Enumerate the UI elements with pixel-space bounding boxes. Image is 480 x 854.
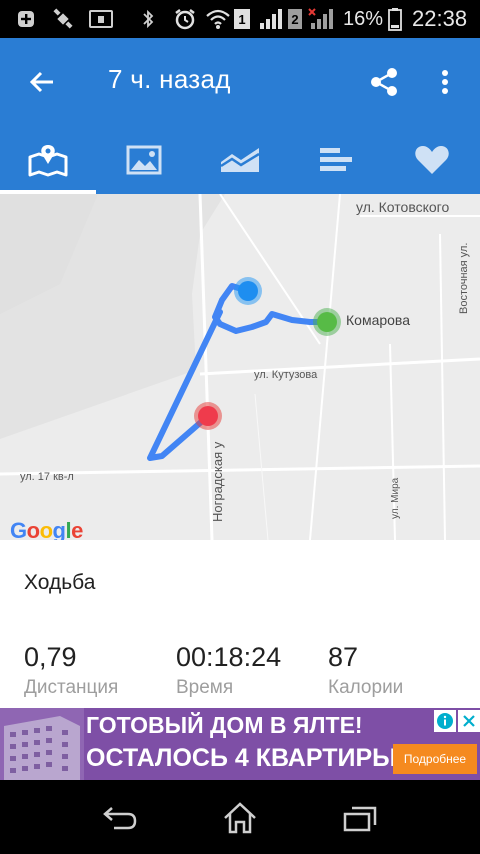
info-icon bbox=[437, 713, 453, 729]
recents-nav-icon bbox=[343, 806, 377, 832]
activity-summary: Ходьба 0,79 Дистанция 00:18:24 Время 87 … bbox=[0, 540, 480, 708]
satellite-icon bbox=[50, 7, 76, 31]
wifi-icon bbox=[204, 7, 232, 31]
route-map[interactable]: ул. Котовского Восточная ул. Комарова ул… bbox=[0, 194, 480, 540]
ad-subheadline: ОСТАЛОСЬ 4 КВАРТИРЫ bbox=[86, 744, 397, 772]
tab-row bbox=[0, 126, 480, 194]
app-bar: 7 ч. назад bbox=[0, 38, 480, 126]
status-bar: 1 2 16% 22:38 bbox=[0, 0, 480, 38]
tab-map[interactable] bbox=[0, 126, 96, 194]
google-logo: Google bbox=[10, 518, 83, 540]
back-nav-icon bbox=[103, 807, 137, 830]
alarm-icon bbox=[172, 7, 198, 31]
heart-icon bbox=[415, 146, 449, 174]
distance-label: Дистанция bbox=[24, 677, 119, 698]
plus-icon bbox=[14, 7, 38, 31]
battery-percent: 16% bbox=[343, 8, 384, 30]
tab-heart[interactable] bbox=[384, 126, 480, 194]
map-label-kutuzova: ул. Кутузова bbox=[254, 369, 318, 381]
map-label-komarova: Комарова bbox=[346, 312, 410, 328]
no-signal-icon bbox=[306, 7, 340, 31]
clock: 22:38 bbox=[412, 6, 468, 31]
area-chart-icon bbox=[220, 148, 260, 172]
calories-value: 87 bbox=[328, 642, 359, 672]
more-options-button[interactable] bbox=[430, 64, 460, 100]
time-label: Время bbox=[176, 677, 234, 698]
ad-close-button[interactable] bbox=[458, 710, 480, 732]
map-canvas bbox=[0, 194, 480, 540]
share-icon bbox=[371, 68, 397, 96]
sim2-badge: 2 bbox=[288, 9, 302, 29]
route-line bbox=[212, 283, 330, 334]
calories-label: Калории bbox=[328, 677, 404, 698]
system-nav-bar bbox=[0, 780, 480, 854]
ad-headline: ГОТОВЫЙ ДОМ В ЯЛТЕ! bbox=[86, 712, 363, 738]
sim1-badge: 1 bbox=[234, 9, 250, 29]
page-title: 7 ч. назад bbox=[108, 64, 231, 94]
nav-back-button[interactable] bbox=[100, 798, 140, 838]
nav-home-button[interactable] bbox=[220, 798, 260, 838]
back-button[interactable] bbox=[24, 64, 60, 100]
building-image bbox=[0, 708, 84, 780]
ad-info-button[interactable] bbox=[434, 710, 456, 732]
notification-icon bbox=[88, 7, 114, 31]
tab-photos[interactable] bbox=[96, 126, 192, 194]
bar-list-icon bbox=[320, 148, 352, 171]
map-label-nogradskaya: Ноградская у bbox=[210, 441, 225, 522]
home-nav-icon bbox=[224, 802, 256, 834]
bluetooth-icon bbox=[138, 7, 158, 31]
map-label-vostochnaya: Восточная ул. bbox=[458, 242, 470, 314]
signal-icon bbox=[258, 7, 284, 31]
map-label-kotovskogo: ул. Котовского bbox=[356, 199, 450, 215]
arrow-left-icon bbox=[29, 71, 53, 93]
activity-type: Ходьба bbox=[24, 571, 96, 594]
map-icon bbox=[28, 145, 68, 177]
share-button[interactable] bbox=[364, 64, 404, 100]
time-value: 00:18:24 bbox=[176, 642, 282, 672]
close-icon bbox=[463, 715, 475, 727]
end-marker[interactable] bbox=[198, 406, 218, 426]
ad-more-button[interactable]: Подробнее bbox=[393, 744, 477, 774]
battery-icon bbox=[387, 7, 403, 31]
start-marker[interactable] bbox=[317, 312, 337, 332]
nav-recents-button[interactable] bbox=[340, 798, 380, 838]
map-label-kvartal17: ул. 17 кв-л bbox=[20, 471, 74, 483]
ad-banner[interactable]: ГОТОВЫЙ ДОМ В ЯЛТЕ! ОСТАЛОСЬ 4 КВАРТИРЫ … bbox=[0, 708, 480, 780]
tab-splits[interactable] bbox=[288, 126, 384, 194]
image-icon bbox=[126, 145, 162, 175]
current-position-marker[interactable] bbox=[238, 281, 258, 301]
tab-charts[interactable] bbox=[192, 126, 288, 194]
map-label-mira: ул. Мира bbox=[390, 477, 401, 519]
distance-value: 0,79 bbox=[24, 642, 77, 672]
more-vert-icon bbox=[442, 70, 448, 94]
